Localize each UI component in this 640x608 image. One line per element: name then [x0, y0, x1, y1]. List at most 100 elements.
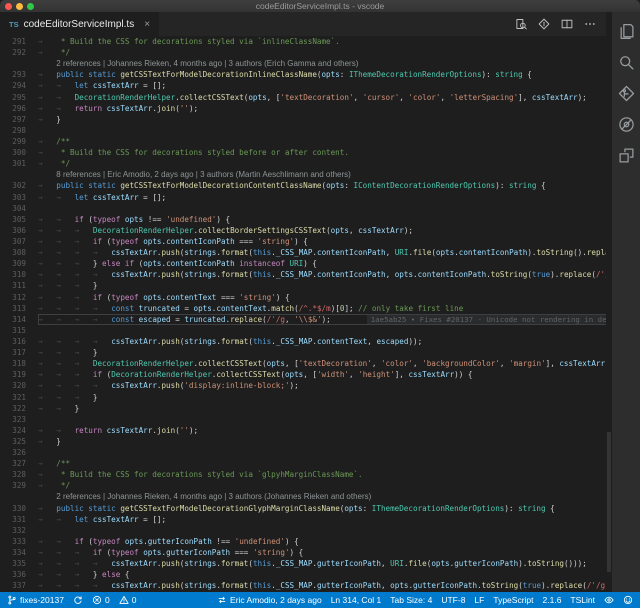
cursor-position[interactable]: Ln 314, Col 1 — [331, 595, 382, 605]
code-line[interactable]: 317→→→} — [0, 347, 606, 358]
code-line[interactable]: 336→→→} else { — [0, 569, 606, 580]
code-line[interactable]: 313→→→→const truncated = opts.contentTex… — [0, 303, 606, 314]
line-number[interactable]: 295 — [0, 92, 38, 103]
gitlens-blame-status[interactable]: Eric Amodio, 2 days ago — [217, 595, 322, 605]
line-number[interactable]: 321 — [0, 392, 38, 403]
codelens-row[interactable]: 8 references | Eric Amodio, 2 days ago |… — [0, 169, 606, 180]
code-line[interactable]: 312→→→if (typeof opts.contentText === 's… — [0, 292, 606, 303]
typescript-version[interactable]: 2.1.6 — [543, 595, 562, 605]
line-number[interactable]: 292 — [0, 47, 38, 58]
line-number[interactable]: 316 — [0, 336, 38, 347]
warning-count[interactable]: 0 — [119, 595, 137, 605]
line-number[interactable]: 311 — [0, 280, 38, 291]
line-number[interactable]: 313 — [0, 303, 38, 314]
code-line[interactable]: 309→→→} else if (opts.contentIconPath in… — [0, 258, 606, 269]
line-number[interactable]: 297 — [0, 114, 38, 125]
open-preview-button[interactable] — [515, 18, 527, 30]
code-line[interactable]: 303→→let cssTextArr = []; — [0, 192, 606, 203]
scrollbar-slider[interactable] — [607, 432, 611, 572]
code-line[interactable]: 325→} — [0, 436, 606, 447]
line-number[interactable]: 315 — [0, 325, 38, 336]
code-line[interactable]: 301→ */ — [0, 158, 606, 169]
code-line[interactable]: 328→ * Build the CSS for decorations sty… — [0, 469, 606, 480]
line-number[interactable]: 325 — [0, 436, 38, 447]
gitlens-button[interactable] — [538, 18, 550, 30]
codelens-row[interactable]: 2 references | Johannes Rieken, 4 months… — [0, 491, 606, 502]
sync-button[interactable] — [73, 595, 83, 605]
line-number[interactable]: 298 — [0, 125, 38, 136]
code-line[interactable]: 299→/** — [0, 136, 606, 147]
line-number[interactable]: 328 — [0, 469, 38, 480]
code-line[interactable]: 291→ * Build the CSS for decorations sty… — [0, 36, 606, 47]
line-number[interactable]: 324 — [0, 425, 38, 436]
line-number[interactable]: 327 — [0, 458, 38, 469]
line-number[interactable]: 334 — [0, 547, 38, 558]
line-number[interactable]: 333 — [0, 536, 38, 547]
code-line[interactable]: 326 — [0, 447, 606, 458]
line-number[interactable]: 305 — [0, 214, 38, 225]
tab-codeEditorServiceImpl[interactable]: TS codeEditorServiceImpl.ts × — [0, 12, 159, 36]
error-count[interactable]: 0 — [92, 595, 110, 605]
line-number[interactable]: 323 — [0, 414, 38, 425]
code-line[interactable]: 315 — [0, 325, 606, 336]
code-line[interactable]: 311→→→} — [0, 280, 606, 291]
indentation-status[interactable]: Tab Size: 4 — [390, 595, 432, 605]
code-line[interactable]: 302→public static getCSSTextForModelDeco… — [0, 180, 606, 191]
code-line[interactable]: 307→→→if (typeof opts.contentIconPath ==… — [0, 236, 606, 247]
line-number[interactable]: 310 — [0, 269, 38, 280]
code-line[interactable]: 293→public static getCSSTextForModelDeco… — [0, 69, 606, 80]
language-mode[interactable]: TypeScript — [493, 595, 533, 605]
line-number[interactable]: 330 — [0, 503, 38, 514]
line-number[interactable]: 320 — [0, 380, 38, 391]
line-number[interactable]: 299 — [0, 136, 38, 147]
tslint-status[interactable]: TSLint — [570, 595, 595, 605]
code-line[interactable]: 308→→→→cssTextArr.push(strings.format(th… — [0, 247, 606, 258]
line-number[interactable]: 304 — [0, 203, 38, 214]
line-number[interactable]: 303 — [0, 192, 38, 203]
eol-status[interactable]: LF — [474, 595, 484, 605]
line-number[interactable]: 300 — [0, 147, 38, 158]
gitlens-toggle-button[interactable] — [604, 595, 614, 605]
code-line[interactable]: 323 — [0, 414, 606, 425]
line-number[interactable]: 306 — [0, 225, 38, 236]
code-line[interactable]: 319→→→if (DecorationRenderHelper.collect… — [0, 369, 606, 380]
line-number[interactable]: 301 — [0, 158, 38, 169]
split-editor-button[interactable] — [561, 18, 573, 30]
line-number[interactable]: 307 — [0, 236, 38, 247]
code-line[interactable]: 304 — [0, 203, 606, 214]
line-number[interactable]: 329 — [0, 480, 38, 491]
codelens-label[interactable]: 2 references | Johannes Rieken, 4 months… — [56, 492, 371, 501]
code-line[interactable]: 327→/** — [0, 458, 606, 469]
zoom-window-button[interactable] — [27, 3, 34, 10]
code-line[interactable]: 324→→return cssTextArr.join(''); — [0, 425, 606, 436]
code-line[interactable]: 297→} — [0, 114, 606, 125]
activity-source-control[interactable] — [615, 82, 637, 104]
line-number[interactable]: 294 — [0, 80, 38, 91]
line-number[interactable]: 317 — [0, 347, 38, 358]
editor-scrollbar[interactable] — [606, 12, 612, 592]
git-branch-indicator[interactable]: fixes-20137 — [7, 595, 64, 605]
code-editor[interactable]: 291→ * Build the CSS for decorations sty… — [0, 36, 606, 592]
codelens-label[interactable]: 2 references | Johannes Rieken, 4 months… — [56, 59, 358, 68]
line-number[interactable]: 319 — [0, 369, 38, 380]
code-line[interactable]: 332 — [0, 525, 606, 536]
line-number[interactable]: 308 — [0, 247, 38, 258]
code-line[interactable]: 314→→→→const escaped = truncated.replace… — [0, 314, 606, 325]
code-line[interactable]: 305→→if (typeof opts !== 'undefined') { — [0, 214, 606, 225]
code-line[interactable]: 300→ * Build the CSS for decorations sty… — [0, 147, 606, 158]
code-line[interactable]: 322→→} — [0, 403, 606, 414]
activity-extensions[interactable] — [615, 144, 637, 166]
line-number[interactable]: 322 — [0, 403, 38, 414]
line-number[interactable]: 331 — [0, 514, 38, 525]
line-number[interactable]: 293 — [0, 69, 38, 80]
line-number[interactable]: 291 — [0, 36, 38, 47]
activity-explorer[interactable] — [615, 20, 637, 42]
line-number[interactable]: 296 — [0, 103, 38, 114]
code-line[interactable]: 298 — [0, 125, 606, 136]
line-number[interactable]: 326 — [0, 447, 38, 458]
line-number[interactable]: 336 — [0, 569, 38, 580]
code-line[interactable]: 329→ */ — [0, 480, 606, 491]
code-line[interactable]: 331→→let cssTextArr = []; — [0, 514, 606, 525]
code-line[interactable]: 321→→→} — [0, 392, 606, 403]
code-line[interactable]: 294→→let cssTextArr = []; — [0, 80, 606, 91]
